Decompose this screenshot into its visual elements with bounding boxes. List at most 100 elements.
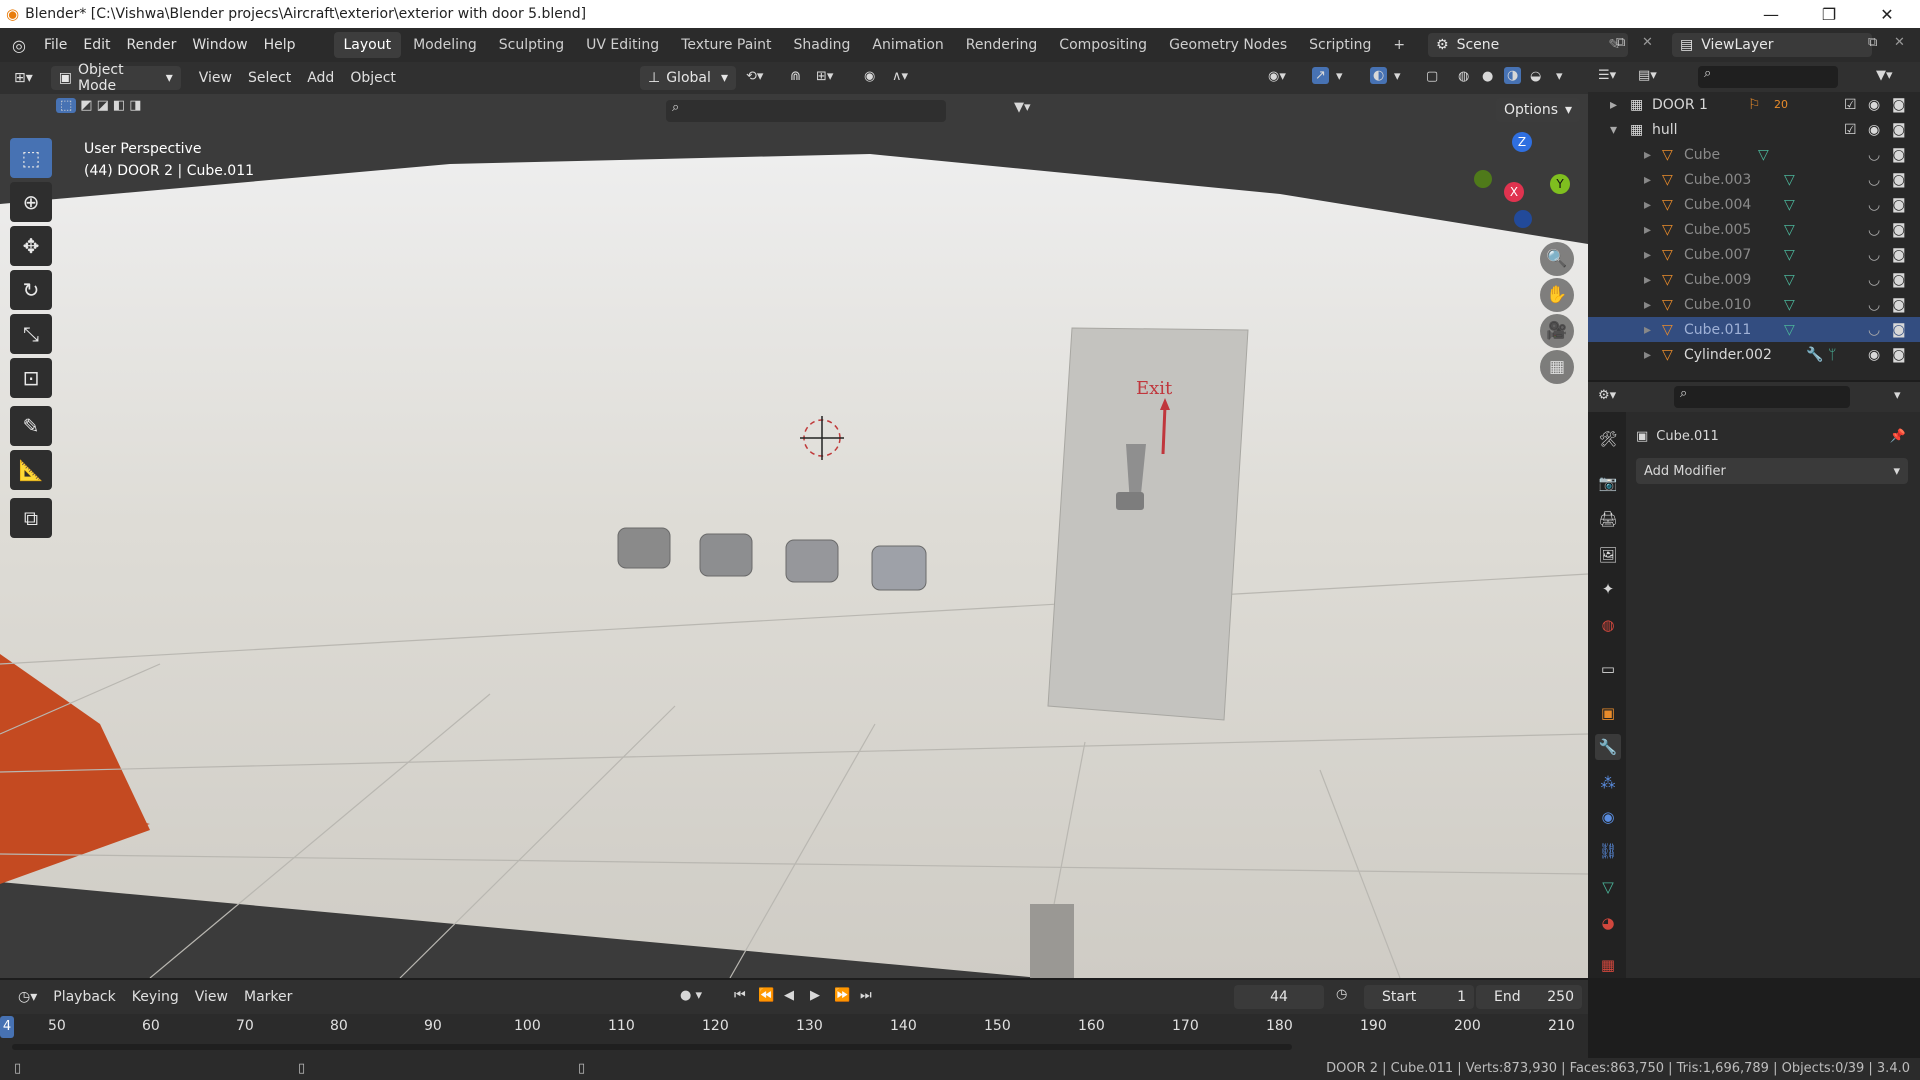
outliner-row[interactable]: ▸ ▽ Cube.003 ▽ ◡ ◙ bbox=[1588, 167, 1920, 192]
camera-icon[interactable]: ◙ bbox=[1892, 297, 1906, 313]
camera-icon[interactable]: ◙ bbox=[1892, 272, 1906, 288]
snap-target-icon[interactable]: ⊞▾ bbox=[816, 69, 833, 84]
eye-closed-icon[interactable]: ◡ bbox=[1868, 172, 1880, 188]
add-workspace-icon[interactable]: + bbox=[1383, 32, 1415, 58]
output-tab-icon[interactable]: 🖨 bbox=[1595, 506, 1621, 532]
world-tab-icon[interactable]: ◍ bbox=[1595, 612, 1621, 638]
timeline-editor-icon[interactable]: ◷▾ bbox=[10, 981, 45, 1013]
jump-start-icon[interactable]: ⏮ bbox=[734, 988, 746, 1003]
collection-tab-icon[interactable]: ▭ bbox=[1595, 656, 1621, 682]
camera-icon[interactable]: ◙ bbox=[1892, 347, 1906, 363]
expand-arrow-icon[interactable]: ▸ bbox=[1644, 272, 1651, 288]
eye-closed-icon[interactable]: ◡ bbox=[1868, 147, 1880, 163]
end-frame-field[interactable]: End 250 bbox=[1476, 985, 1582, 1009]
add-modifier-dropdown[interactable]: Add Modifier ▾ bbox=[1636, 458, 1908, 484]
expand-arrow-icon[interactable]: ▸ bbox=[1644, 247, 1651, 263]
eye-closed-icon[interactable]: ◡ bbox=[1868, 322, 1880, 338]
menu-render[interactable]: Render bbox=[119, 28, 185, 62]
physics-tab-icon[interactable]: ◉ bbox=[1595, 804, 1621, 830]
gizmo-z-axis[interactable]: Z bbox=[1512, 132, 1532, 152]
minimize-button[interactable]: — bbox=[1748, 0, 1794, 28]
constraints-tab-icon[interactable]: ⛓ bbox=[1595, 838, 1621, 864]
tab-layout[interactable]: Layout bbox=[333, 32, 402, 58]
material-shading-icon[interactable]: ◑ bbox=[1504, 67, 1522, 84]
expand-arrow-icon[interactable]: ▸ bbox=[1644, 297, 1651, 313]
tab-uv-editing[interactable]: UV Editing bbox=[576, 32, 669, 58]
eye-closed-icon[interactable]: ◡ bbox=[1868, 197, 1880, 213]
menu-keying[interactable]: Keying bbox=[124, 981, 187, 1013]
outliner-row[interactable]: ▸ ▽ Cylinder.002 🔧 ᛘ ◉ ◙ bbox=[1588, 342, 1920, 367]
select-subtract-icon[interactable]: ◪ bbox=[97, 98, 109, 113]
filter-icon[interactable]: ▼▾ bbox=[1876, 68, 1893, 83]
overlay-toggle-icon[interactable]: ◐ bbox=[1370, 67, 1388, 84]
render-tab-icon[interactable]: 📷 bbox=[1595, 470, 1621, 496]
outliner-row[interactable]: ▸ ▽ Cube.010 ▽ ◡ ◙ bbox=[1588, 292, 1920, 317]
chevron-down-icon[interactable]: ▾ bbox=[1394, 69, 1401, 84]
remove-viewlayer-icon[interactable]: ✕ bbox=[1894, 35, 1905, 50]
menu-marker[interactable]: Marker bbox=[236, 981, 300, 1013]
eye-closed-icon[interactable]: ◡ bbox=[1868, 272, 1880, 288]
select-invert-icon[interactable]: ◧ bbox=[113, 98, 125, 113]
menu-add[interactable]: Add bbox=[299, 62, 342, 94]
expand-arrow-icon[interactable]: ▸ bbox=[1644, 172, 1651, 188]
options-dropdown[interactable]: Options ▾ bbox=[1496, 98, 1580, 122]
chevron-down-icon[interactable]: ▾ bbox=[1556, 69, 1563, 84]
visibility-icon[interactable]: ◉▾ bbox=[1268, 69, 1286, 84]
close-button[interactable]: ✕ bbox=[1864, 0, 1910, 28]
outliner-row[interactable]: ▸ ▽ Cube.007 ▽ ◡ ◙ bbox=[1588, 242, 1920, 267]
falloff-icon[interactable]: ∧▾ bbox=[892, 69, 908, 84]
eye-icon[interactable]: ◉ bbox=[1868, 122, 1880, 138]
tab-modeling[interactable]: Modeling bbox=[403, 32, 487, 58]
outliner-row[interactable]: ▸ ▽ Cube ▽ ◡ ◙ bbox=[1588, 142, 1920, 167]
orientation-selector[interactable]: ⊥ Global ▾ bbox=[640, 66, 736, 90]
expand-arrow-icon[interactable]: ▸ bbox=[1644, 347, 1651, 363]
select-new-icon[interactable]: ⬚ bbox=[56, 98, 77, 113]
rotate-tool[interactable]: ↻ bbox=[10, 270, 52, 310]
3d-viewport[interactable]: Exit User Perspective (44) DOOR 2 | Cube… bbox=[0, 94, 1588, 978]
gizmo-neg-y[interactable] bbox=[1474, 170, 1492, 188]
select-intersect-icon[interactable]: ◨ bbox=[129, 98, 141, 113]
menu-help[interactable]: Help bbox=[256, 28, 304, 62]
properties-editor-icon[interactable]: ⚙▾ bbox=[1598, 388, 1616, 403]
measure-tool[interactable]: 📐 bbox=[10, 450, 52, 490]
scale-tool[interactable]: ⤡ bbox=[10, 314, 52, 354]
camera-icon[interactable]: ◙ bbox=[1892, 247, 1906, 263]
tab-scripting[interactable]: Scripting bbox=[1299, 32, 1381, 58]
checkbox-icon[interactable]: ☑ bbox=[1844, 97, 1857, 113]
camera-view-icon[interactable]: 🎥 bbox=[1540, 314, 1574, 348]
menu-file[interactable]: File bbox=[36, 28, 75, 62]
checkbox-icon[interactable]: ☑ bbox=[1844, 122, 1857, 138]
tab-compositing[interactable]: Compositing bbox=[1049, 32, 1157, 58]
camera-icon[interactable]: ◙ bbox=[1892, 147, 1906, 163]
menu-playback[interactable]: Playback bbox=[45, 981, 123, 1013]
jump-key-forward-icon[interactable]: ⏩ bbox=[834, 988, 850, 1003]
expand-arrow-icon[interactable]: ▸ bbox=[1644, 197, 1651, 213]
menu-view[interactable]: View bbox=[191, 62, 240, 94]
tab-rendering[interactable]: Rendering bbox=[956, 32, 1048, 58]
zoom-icon[interactable]: 🔍 bbox=[1540, 242, 1574, 276]
gizmo-neg-z[interactable] bbox=[1514, 210, 1532, 228]
record-icon[interactable]: ● ▾ bbox=[680, 988, 702, 1003]
proportional-editing-icon[interactable]: ◉ bbox=[864, 69, 875, 84]
eye-closed-icon[interactable]: ◡ bbox=[1868, 247, 1880, 263]
menu-window[interactable]: Window bbox=[184, 28, 255, 62]
timeline-scrollbar[interactable] bbox=[12, 1044, 1292, 1050]
expand-arrow-icon[interactable]: ▸ bbox=[1644, 147, 1651, 163]
ortho-grid-icon[interactable]: ▦ bbox=[1540, 350, 1574, 384]
texture-tab-icon[interactable]: ▦ bbox=[1595, 952, 1621, 978]
eye-icon[interactable]: ◉ bbox=[1868, 97, 1880, 113]
outliner-row[interactable]: ▸ ▽ Cube.004 ▽ ◡ ◙ bbox=[1588, 192, 1920, 217]
gizmo-y-axis[interactable]: Y bbox=[1550, 174, 1570, 194]
blender-menu-icon[interactable]: ◎ bbox=[12, 36, 26, 55]
outliner-row[interactable]: ▸ ▽ Cube.009 ▽ ◡ ◙ bbox=[1588, 267, 1920, 292]
expand-arrow-icon[interactable]: ▾ bbox=[1610, 122, 1617, 138]
scene-selector[interactable]: ⚙ Scene ✎ bbox=[1428, 33, 1628, 57]
xray-icon[interactable]: ▢ bbox=[1426, 69, 1438, 84]
outliner-editor-icon[interactable]: ☰▾ bbox=[1598, 68, 1616, 83]
viewport-search-input[interactable]: ⌕ bbox=[666, 100, 946, 122]
current-frame-field[interactable]: 44 bbox=[1234, 985, 1324, 1009]
start-frame-field[interactable]: Start 1 bbox=[1364, 985, 1474, 1009]
particles-tab-icon[interactable]: ⁂ bbox=[1595, 770, 1621, 796]
snap-icon[interactable]: ⋒ bbox=[790, 69, 801, 84]
camera-icon[interactable]: ◙ bbox=[1892, 322, 1906, 338]
